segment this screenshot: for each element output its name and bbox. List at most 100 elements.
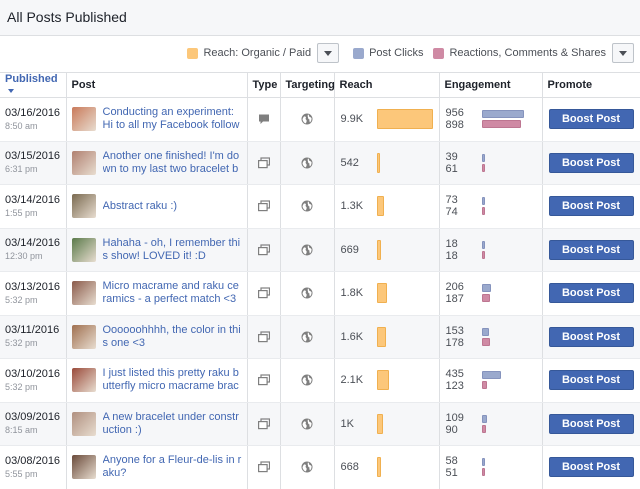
post-clicks-value: 73 <box>445 194 458 207</box>
promote-cell: Boost Post <box>541 445 640 489</box>
legend-clicks-swatch <box>353 47 365 59</box>
sort-desc-icon <box>8 89 14 94</box>
post-thumbnail[interactable] <box>71 455 96 480</box>
post-cell[interactable]: Abstract raku :) <box>65 184 247 229</box>
boost-post-button[interactable]: Boost Post <box>548 370 634 391</box>
post-text-link[interactable]: Another one finished! I'm down to my las… <box>103 150 242 176</box>
engagement-cell: 73 74 <box>438 184 542 229</box>
globe-icon <box>301 287 313 299</box>
post-cell[interactable]: Conducting an experiment: Hi to all my F… <box>65 97 247 142</box>
post-text-link[interactable]: I just listed this pretty raku butterfly… <box>103 367 242 393</box>
post-text-link[interactable]: Hahaha - oh, I remember this show! LOVED… <box>103 237 242 263</box>
reach-bar <box>376 283 387 304</box>
targeting-cell <box>279 271 334 316</box>
reach-bar <box>376 196 384 217</box>
col-reach: Reach <box>333 72 439 98</box>
engagement-cell: 435 123 <box>438 358 542 403</box>
post-cell[interactable]: Anyone for a Fleur-de-lis in raku? <box>65 445 247 489</box>
reach-cell: 1.3K <box>333 184 439 229</box>
post-text-link[interactable]: Conducting an experiment: Hi to all my F… <box>103 106 242 132</box>
photo-stack-icon <box>257 244 270 256</box>
boost-post-button[interactable]: Boost Post <box>548 326 634 347</box>
boost-post-button[interactable]: Boost Post <box>548 283 634 304</box>
post-cell[interactable]: Hahaha - oh, I remember this show! LOVED… <box>65 228 247 272</box>
boost-post-button[interactable]: Boost Post <box>548 196 634 217</box>
post-date: 03/14/2016 <box>5 193 61 206</box>
post-date: 03/11/2016 <box>5 324 60 337</box>
col-post: Post <box>65 72 247 98</box>
published-cell: 03/08/2016 5:55 pm <box>0 445 66 489</box>
boost-post-button[interactable]: Boost Post <box>548 239 634 260</box>
reach-bar <box>376 239 381 260</box>
promote-cell: Boost Post <box>541 271 640 316</box>
boost-post-button[interactable]: Boost Post <box>548 109 634 130</box>
engagement-cell: 109 90 <box>438 402 542 446</box>
post-time: 12:30 pm <box>5 251 43 262</box>
reactions-bar <box>481 337 490 346</box>
engagement-cell: 18 18 <box>438 228 542 272</box>
table-row: 03/13/2016 5:32 pm Micro macrame and rak… <box>0 271 640 316</box>
post-text-link[interactable]: Oooooohhhh, the color in this one <3 <box>103 324 242 350</box>
engagement-cell: 153 178 <box>438 315 542 359</box>
post-thumbnail[interactable] <box>71 324 96 349</box>
post-clicks-bar <box>481 197 485 206</box>
reactions-bar <box>481 468 485 477</box>
post-clicks-value: 206 <box>445 281 464 294</box>
col-type: Type <box>246 72 280 98</box>
table-row: 03/11/2016 5:32 pm Oooooohhhh, the color… <box>0 315 640 359</box>
post-cell[interactable]: I just listed this pretty raku butterfly… <box>65 358 247 403</box>
post-clicks-bar <box>481 240 485 249</box>
photo-stack-icon <box>257 331 270 343</box>
published-cell: 03/10/2016 5:32 pm <box>0 358 66 403</box>
type-cell <box>246 358 280 403</box>
promote-cell: Boost Post <box>541 97 640 142</box>
reach-cell: 1K <box>333 402 439 446</box>
post-time: 5:55 pm <box>5 468 38 479</box>
post-cell[interactable]: A new bracelet under construction :) <box>65 402 247 446</box>
boost-post-button[interactable]: Boost Post <box>548 152 634 173</box>
post-thumbnail[interactable] <box>71 237 96 262</box>
post-text-link[interactable]: Micro macrame and raku ceramics - a perf… <box>103 280 242 306</box>
targeting-cell <box>279 445 334 489</box>
posts-table: Published Post Type Targeting Reach Enga… <box>0 72 640 489</box>
post-date: 03/10/2016 <box>5 367 61 380</box>
reach-value: 2.1K <box>340 374 364 387</box>
table-row: 03/14/2016 1:55 pm Abstract raku :) 1.3K… <box>0 184 640 229</box>
col-published[interactable]: Published <box>0 72 66 98</box>
reach-cell: 9.9K <box>333 97 439 142</box>
post-cell[interactable]: Another one finished! I'm down to my las… <box>65 141 247 185</box>
post-thumbnail[interactable] <box>71 194 96 219</box>
published-cell: 03/16/2016 8:50 am <box>0 97 66 142</box>
col-published-label: Published <box>5 73 58 85</box>
engagement-cell: 206 187 <box>438 271 542 316</box>
post-thumbnail[interactable] <box>71 107 96 132</box>
reach-metric-dropdown[interactable] <box>317 43 340 63</box>
reach-bar <box>376 413 383 434</box>
chevron-down-icon <box>619 50 627 56</box>
engagement-metric-dropdown[interactable] <box>612 43 634 63</box>
post-clicks-value: 58 <box>445 455 458 468</box>
post-text-link[interactable]: A new bracelet under construction :) <box>103 411 242 437</box>
post-text-link[interactable]: Anyone for a Fleur-de-lis in raku? <box>103 454 242 480</box>
boost-post-button[interactable]: Boost Post <box>548 457 634 478</box>
post-time: 8:50 am <box>5 120 38 131</box>
legend-reactions-swatch <box>433 47 445 59</box>
boost-post-button[interactable]: Boost Post <box>548 413 634 434</box>
post-cell[interactable]: Micro macrame and raku ceramics - a perf… <box>65 271 247 316</box>
post-date: 03/15/2016 <box>5 150 61 163</box>
post-text-link[interactable]: Abstract raku :) <box>103 200 178 213</box>
published-cell: 03/14/2016 1:55 pm <box>0 184 66 229</box>
post-clicks-value: 18 <box>445 237 458 250</box>
photo-stack-icon <box>257 287 270 299</box>
post-time: 5:32 pm <box>5 338 38 349</box>
post-time: 6:31 pm <box>5 164 38 175</box>
table-row: 03/14/2016 12:30 pm Hahaha - oh, I remem… <box>0 228 640 272</box>
post-thumbnail[interactable] <box>71 411 96 436</box>
reactions-bar <box>481 381 487 390</box>
post-cell[interactable]: Oooooohhhh, the color in this one <3 <box>65 315 247 359</box>
post-thumbnail[interactable] <box>71 368 96 393</box>
published-cell: 03/09/2016 8:15 am <box>0 402 66 446</box>
post-thumbnail[interactable] <box>71 281 96 306</box>
post-thumbnail[interactable] <box>71 150 96 175</box>
reactions-value: 18 <box>445 249 458 262</box>
